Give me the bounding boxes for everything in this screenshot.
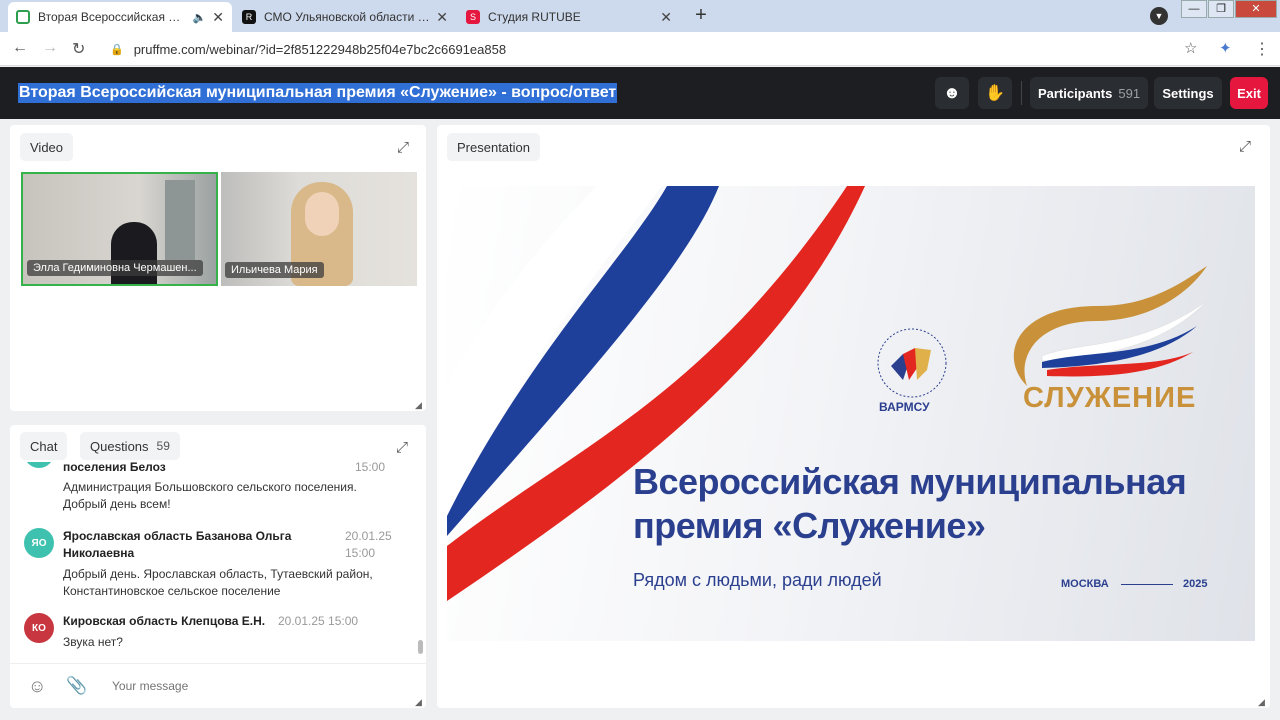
participant-name: Ильичева Мария bbox=[225, 262, 324, 278]
close-tab-icon[interactable]: ✕ bbox=[436, 9, 448, 26]
slide-divider bbox=[1121, 584, 1173, 585]
message-text: Администрация Большовского сельского пос… bbox=[63, 480, 357, 494]
participants-label: Participants bbox=[1037, 85, 1113, 101]
presentation-slide: ВАРМСУ СЛУЖЕНИЕ Всероссийская муниципаль… bbox=[447, 186, 1255, 641]
divider bbox=[10, 663, 426, 664]
participant-name: Элла Гедиминовна Чермашен... bbox=[27, 260, 203, 276]
message-author: Николаевна bbox=[63, 546, 135, 560]
video-tile[interactable]: Ильичева Мария bbox=[221, 172, 417, 286]
message-time: 15:00 bbox=[345, 546, 376, 560]
video-camera-icon bbox=[16, 10, 30, 24]
browser-tab-rutube-studio[interactable]: S Студия RUTUBE ✕ bbox=[458, 2, 680, 32]
slide-subtitle: Рядом с людьми, ради людей bbox=[633, 570, 882, 590]
chat-message-list[interactable]: поселения Белоз 15:00 Администрация Боль… bbox=[10, 462, 420, 658]
resize-handle-icon[interactable]: ◢ bbox=[415, 697, 422, 708]
lock-icon: 🔒 bbox=[110, 43, 124, 56]
message-time: 20.01.25 15:00 bbox=[278, 614, 359, 628]
video-tile[interactable]: Элла Гедиминовна Чермашен... bbox=[21, 172, 218, 286]
speaker-icon[interactable]: 🔈 bbox=[193, 11, 207, 24]
resize-handle-icon[interactable]: ◢ bbox=[415, 400, 422, 411]
message-input[interactable] bbox=[112, 674, 402, 698]
varmsu-logo bbox=[877, 328, 947, 398]
fullscreen-icon[interactable]: ⤢ bbox=[1239, 138, 1251, 155]
minimize-icon[interactable]: — bbox=[1181, 0, 1207, 18]
webinar-title: Вторая Всероссийская муниципальная преми… bbox=[18, 83, 618, 103]
message-author: Ярославская область Базанова Ольга bbox=[63, 529, 292, 543]
bookmark-star-icon[interactable]: ☆ bbox=[1184, 39, 1197, 57]
tab-title: Вторая Всероссийская муни bbox=[38, 10, 189, 24]
participant-silhouette bbox=[111, 222, 157, 284]
chat-scrollbar[interactable] bbox=[418, 640, 423, 654]
settings-button[interactable]: Settings bbox=[1154, 77, 1222, 109]
webinar-header: Вторая Всероссийская муниципальная преми… bbox=[0, 67, 1280, 119]
message-text: Добрый день всем! bbox=[63, 497, 171, 511]
browser-tab-strip: Вторая Всероссийская муни 🔈 ✕ R СМО Улья… bbox=[0, 0, 1280, 32]
logo-varmsu-text: ВАРМСУ bbox=[879, 400, 930, 414]
tab-title: СМО Ульяновской области на R bbox=[264, 10, 431, 24]
url-field[interactable]: 🔒 pruffme.com/webinar/?id=2f851222948b25… bbox=[110, 36, 1210, 62]
logo-sluzhenie-text: СЛУЖЕНИЕ bbox=[1023, 382, 1197, 414]
message-text: Константиновское сельское поселение bbox=[63, 584, 281, 598]
bookshelf-shape bbox=[165, 180, 195, 260]
browser-menu-icon[interactable]: ⋮ bbox=[1254, 39, 1270, 59]
resize-handle-icon[interactable]: ◢ bbox=[1258, 697, 1265, 708]
tab-presentation[interactable]: Presentation bbox=[447, 133, 540, 161]
message-author: Кировская область Клепцова Е.Н. bbox=[63, 614, 266, 628]
close-window-icon[interactable]: ✕ bbox=[1235, 0, 1277, 18]
profile-dropdown-icon[interactable]: ▼ bbox=[1150, 7, 1168, 25]
participants-count: 591 bbox=[1118, 85, 1141, 101]
message-author: поселения Белоз bbox=[63, 462, 166, 474]
tab-chat[interactable]: Chat bbox=[20, 432, 68, 460]
exit-button[interactable]: Exit bbox=[1230, 77, 1268, 109]
extension-icon[interactable]: ✦ bbox=[1219, 39, 1232, 57]
close-tab-icon[interactable]: ✕ bbox=[660, 9, 672, 26]
rutube-studio-icon: S bbox=[466, 10, 480, 24]
questions-count: 59 bbox=[156, 439, 170, 453]
message-time: 15:00 bbox=[355, 462, 386, 474]
header-divider bbox=[1021, 81, 1022, 105]
attach-icon[interactable]: 📎 bbox=[66, 676, 87, 696]
message-text: Добрый день. Ярославская область, Тутаев… bbox=[63, 567, 373, 581]
back-icon[interactable]: ← bbox=[12, 39, 28, 57]
avatar: КО bbox=[24, 613, 54, 643]
reload-icon[interactable]: ↻ bbox=[72, 39, 85, 59]
emoji-icon[interactable]: ☻ bbox=[935, 77, 969, 109]
close-tab-icon[interactable]: ✕ bbox=[212, 9, 224, 26]
avatar bbox=[24, 462, 54, 468]
slide-year: 2025 bbox=[1183, 578, 1208, 590]
new-tab-button[interactable]: + bbox=[689, 5, 713, 27]
participant-face-shape bbox=[305, 192, 339, 236]
slide-title-line: Всероссийская муниципальная bbox=[633, 461, 1187, 502]
tab-video[interactable]: Video bbox=[20, 133, 74, 161]
forward-icon[interactable]: → bbox=[42, 39, 58, 57]
message-time: 20.01.25 bbox=[345, 529, 392, 543]
slide-city: МОСКВА bbox=[1061, 578, 1109, 590]
slide-title: Всероссийская муниципальная премия «Служ… bbox=[633, 460, 1187, 548]
tab-questions[interactable]: Questions 59 bbox=[80, 432, 180, 460]
questions-label: Questions bbox=[90, 438, 149, 454]
message-text: Звука нет? bbox=[63, 635, 123, 649]
address-bar: ← → ↻ 🔒 pruffme.com/webinar/?id=2f851222… bbox=[0, 32, 1280, 66]
browser-tab-rutube[interactable]: R СМО Ульяновской области на R ✕ bbox=[234, 2, 456, 32]
sluzhenie-logo bbox=[1013, 266, 1208, 386]
expand-icon[interactable]: ⤢ bbox=[396, 439, 408, 456]
tab-title: Студия RUTUBE bbox=[488, 10, 581, 24]
avatar: ЯО bbox=[24, 528, 54, 558]
rutube-icon: R bbox=[242, 10, 256, 24]
browser-tab-webinar[interactable]: Вторая Всероссийская муни 🔈 ✕ bbox=[8, 2, 232, 32]
participants-button[interactable]: Participants 591 bbox=[1030, 77, 1148, 109]
raise-hand-icon[interactable]: ✋ bbox=[978, 77, 1012, 109]
maximize-icon[interactable]: ❐ bbox=[1208, 0, 1234, 18]
emoji-picker-icon[interactable]: ☺ bbox=[28, 676, 46, 697]
expand-icon[interactable]: ⤢ bbox=[397, 139, 409, 156]
slide-title-line: премия «Служение» bbox=[633, 505, 986, 546]
url-text: pruffme.com/webinar/?id=2f851222948b25f0… bbox=[133, 41, 507, 57]
